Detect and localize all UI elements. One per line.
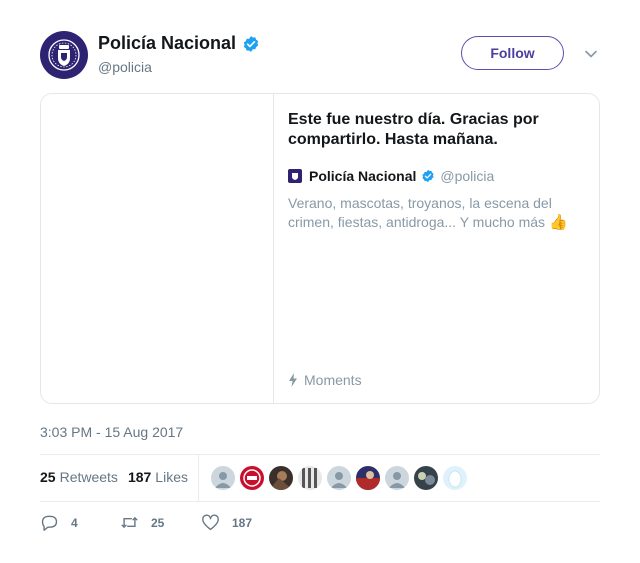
tweet-actions: 4 25 187 xyxy=(40,514,281,531)
lightning-icon xyxy=(289,373,297,387)
heart-icon xyxy=(202,514,219,531)
likers-avatars xyxy=(211,466,472,490)
liker-avatar[interactable] xyxy=(269,466,293,490)
moments-label: Moments xyxy=(304,372,362,388)
verified-badge-icon xyxy=(422,169,434,183)
tweet-stats: 25 Retweets 187 Likes xyxy=(40,469,198,485)
card-media-image xyxy=(41,94,274,403)
thumbs-up-emoji: 👍 xyxy=(548,214,568,231)
like-count: 187 xyxy=(232,515,253,530)
verified-badge-icon xyxy=(243,35,259,52)
liker-avatar[interactable] xyxy=(211,466,235,490)
stats-separator xyxy=(198,455,199,501)
reply-action[interactable]: 4 xyxy=(40,514,120,531)
liker-avatar[interactable] xyxy=(240,466,264,490)
like-action[interactable]: 187 xyxy=(201,514,281,531)
tweet-timestamp[interactable]: 3:03 PM - 15 Aug 2017 xyxy=(40,424,183,440)
liker-avatar[interactable] xyxy=(385,466,409,490)
liker-avatar[interactable] xyxy=(356,466,380,490)
retweets-label: Retweets xyxy=(59,469,118,485)
card-title: Este fue nuestro día. Gracias por compar… xyxy=(288,111,539,148)
author-handle[interactable]: @policia xyxy=(98,59,152,75)
retweet-count: 25 xyxy=(151,515,165,530)
liker-avatar[interactable] xyxy=(327,466,351,490)
chevron-down-icon[interactable] xyxy=(584,47,598,61)
liker-avatar[interactable] xyxy=(414,466,438,490)
card-author-logo-icon xyxy=(288,169,302,183)
likes-stat[interactable]: 187 Likes xyxy=(128,469,188,485)
author-avatar[interactable] xyxy=(40,31,88,79)
liker-avatar[interactable] xyxy=(298,466,322,490)
reply-count: 4 xyxy=(71,515,78,530)
card-description: Verano, mascotas, troyanos, la escena de… xyxy=(288,194,578,232)
divider xyxy=(40,454,600,455)
tweet-header: Policía Nacional @policia Follow xyxy=(40,31,600,79)
retweet-icon xyxy=(121,516,138,529)
card-author-handle: @policia xyxy=(440,168,495,184)
retweets-count: 25 xyxy=(40,469,56,485)
card-description-text: Verano, mascotas, troyanos, la escena de… xyxy=(288,195,552,230)
likes-label: Likes xyxy=(155,469,188,485)
likes-count: 187 xyxy=(127,469,152,485)
card-author-name: Policía Nacional xyxy=(309,168,417,184)
follow-button[interactable]: Follow xyxy=(461,36,564,70)
card-author: Policía Nacional @policia xyxy=(288,168,578,184)
police-badge-icon xyxy=(48,39,80,71)
author-name[interactable]: Policía Nacional xyxy=(98,33,236,54)
divider xyxy=(40,501,600,502)
liker-avatar[interactable] xyxy=(443,466,467,490)
reply-icon xyxy=(41,515,58,531)
moment-card[interactable]: Este fue nuestro día. Gracias por compar… xyxy=(40,93,600,404)
card-footer: Moments xyxy=(288,372,362,388)
retweets-stat[interactable]: 25 Retweets xyxy=(40,469,118,485)
retweet-action[interactable]: 25 xyxy=(120,514,201,531)
